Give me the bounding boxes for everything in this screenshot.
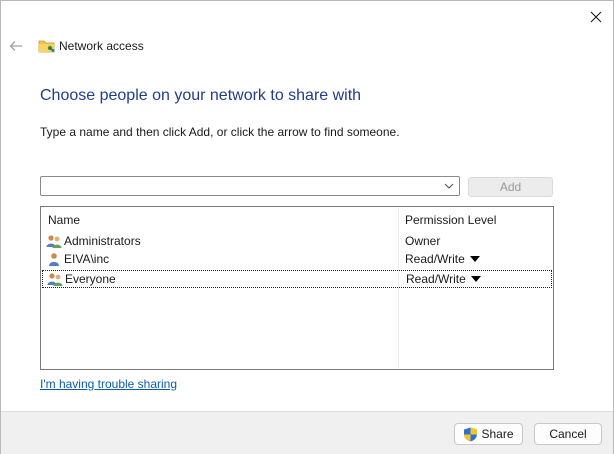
page-heading: Choose people on your network to share w… (40, 87, 362, 104)
instruction-text: Type a name and then click Add, or click… (40, 125, 400, 139)
add-button[interactable]: Add (468, 177, 553, 197)
close-button[interactable] (579, 3, 613, 31)
network-access-dialog: Network access Choose people on your net… (0, 0, 614, 454)
name-combo-box[interactable] (40, 176, 460, 196)
caret-down-icon (470, 276, 481, 282)
caret-down-icon (469, 256, 480, 262)
table-row[interactable]: EIVA\inc Read/Write (42, 251, 552, 269)
permission-label: Read/Write (405, 252, 465, 266)
combo-dropdown-button[interactable] (441, 178, 457, 194)
row-name: EIVA\inc (64, 252, 110, 266)
uac-shield-icon (464, 427, 478, 441)
group-icon (46, 235, 62, 248)
sharing-list[interactable]: Name Permission Level Administrators Own… (40, 206, 554, 370)
trouble-sharing-link[interactable]: I'm having trouble sharing (40, 377, 177, 391)
table-row[interactable]: Administrators Owner (42, 233, 552, 251)
window-title: Network access (59, 39, 144, 53)
group-icon (47, 273, 63, 286)
cancel-button[interactable]: Cancel (534, 423, 602, 445)
permission-label: Owner (405, 234, 441, 248)
name-input[interactable] (44, 178, 439, 194)
row-name: Administrators (64, 234, 141, 248)
close-icon (590, 11, 602, 23)
network-folder-icon (38, 40, 55, 53)
permission-dropdown[interactable]: Read/Write (406, 272, 481, 286)
column-header-permission[interactable]: Permission Level (405, 213, 496, 227)
table-row-selected[interactable]: Everyone Read/Write (42, 270, 552, 288)
share-label: Share (481, 427, 514, 441)
dialog-footer: Share Cancel (1, 411, 613, 454)
chevron-down-icon (444, 183, 454, 189)
permission-label: Read/Write (406, 272, 466, 286)
row-permission: Owner (405, 234, 440, 248)
column-header-name[interactable]: Name (48, 213, 80, 227)
row-name: Everyone (65, 272, 116, 286)
permission-dropdown[interactable]: Read/Write (405, 252, 480, 266)
share-button[interactable]: Share (454, 423, 523, 445)
back-button[interactable] (5, 36, 27, 56)
user-icon (49, 253, 59, 266)
back-arrow-icon (9, 41, 22, 51)
column-divider (398, 208, 399, 368)
